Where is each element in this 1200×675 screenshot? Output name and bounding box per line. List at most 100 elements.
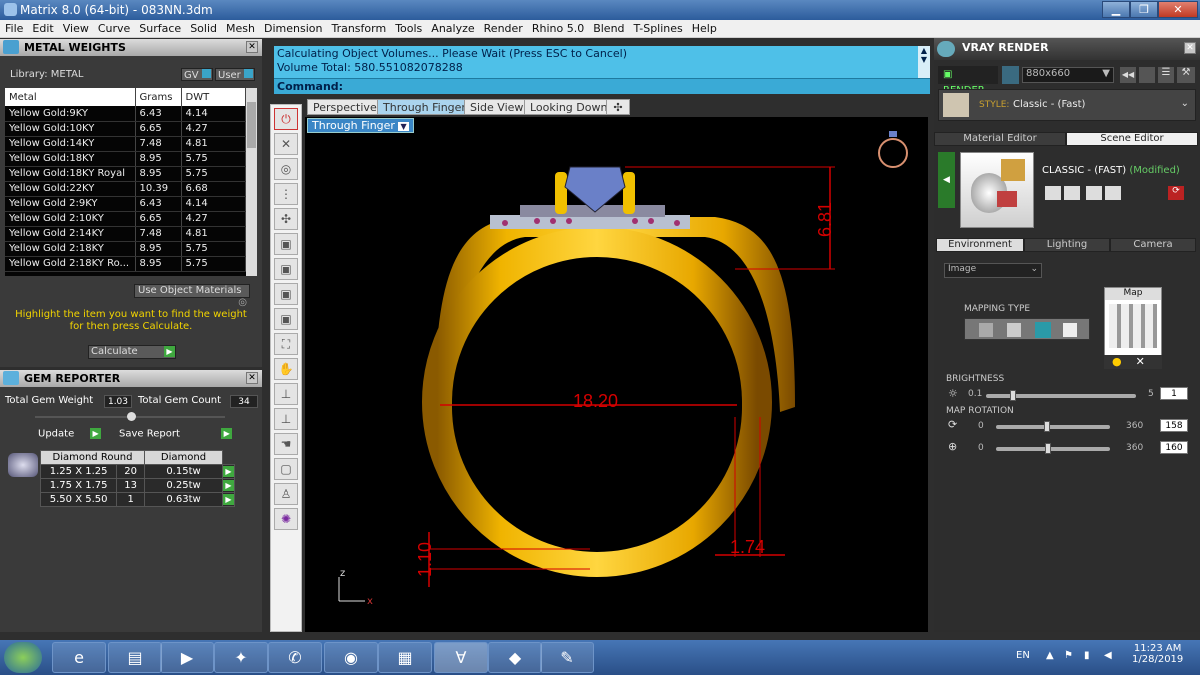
play-icon[interactable]: ▶ bbox=[223, 493, 234, 505]
cube-front-icon[interactable]: ▣ bbox=[274, 308, 298, 330]
tray-network-icon[interactable]: ▮ bbox=[1084, 650, 1090, 661]
snap-r-icon[interactable]: ⊥ bbox=[274, 408, 298, 430]
rotation2-value[interactable]: 160 bbox=[1160, 441, 1188, 454]
table-row[interactable]: Yellow Gold 2:9KY 6.43 4.14 bbox=[5, 196, 246, 212]
explorer-icon[interactable]: ▤ bbox=[108, 642, 162, 673]
command-scrollbar[interactable]: ▲ ▼ bbox=[918, 46, 930, 78]
menu-edit[interactable]: Edit bbox=[27, 20, 57, 35]
menu-tsplines[interactable]: T-Splines bbox=[629, 20, 687, 35]
rotation2-slider[interactable] bbox=[996, 443, 1110, 454]
menu-transform[interactable]: Transform bbox=[326, 20, 390, 35]
menu-help[interactable]: Help bbox=[687, 20, 721, 35]
close-icon[interactable]: ✕ bbox=[1184, 42, 1196, 54]
refresh-icon[interactable]: ⟳ bbox=[1168, 186, 1184, 200]
brightness-value[interactable]: 1 bbox=[1160, 387, 1188, 400]
duplicate-icon[interactable] bbox=[1105, 186, 1121, 200]
col-dwt[interactable]: DWT bbox=[181, 88, 246, 106]
table-row[interactable]: Yellow Gold:14KY 7.48 4.81 bbox=[5, 136, 246, 152]
gear-icon[interactable]: ✺ bbox=[274, 508, 298, 530]
cube-side-icon[interactable]: ▣ bbox=[274, 283, 298, 305]
settings-icon[interactable]: ⚒ bbox=[1177, 67, 1195, 83]
load-map-icon[interactable]: ● bbox=[1112, 355, 1122, 368]
tab-perspective[interactable]: Perspective bbox=[307, 99, 383, 115]
gem-row[interactable]: 1.75 X 1.75 13 0.25tw ▶ bbox=[39, 478, 235, 493]
gem-row-action[interactable]: ▶ bbox=[222, 464, 235, 479]
user-button[interactable]: User bbox=[215, 68, 255, 81]
save-report-button[interactable]: Save Report ▶ bbox=[119, 428, 233, 440]
table-row[interactable]: Yellow Gold 2:18KY 8.95 5.75 bbox=[5, 241, 246, 257]
menu-blend[interactable]: Blend bbox=[588, 20, 628, 35]
transform-icon[interactable]: ✣ bbox=[274, 208, 298, 230]
use-object-materials-button[interactable]: Use Object Materials ◎ bbox=[134, 284, 250, 308]
rewind-icon[interactable]: ◀◀ bbox=[1120, 67, 1136, 83]
tab-scene-editor[interactable]: Scene Editor bbox=[1066, 132, 1198, 146]
play-icon[interactable]: ▶ bbox=[223, 465, 234, 477]
col-grams[interactable]: Grams bbox=[135, 88, 182, 106]
menu-curve[interactable]: Curve bbox=[93, 20, 134, 35]
col-metal[interactable]: Metal bbox=[5, 88, 136, 106]
menu-render[interactable]: Render bbox=[479, 20, 527, 35]
menu-file[interactable]: File bbox=[0, 20, 27, 35]
brightness-slider[interactable] bbox=[986, 390, 1136, 401]
frame-icon[interactable]: ▢ bbox=[274, 458, 298, 480]
axis-icon[interactable]: ✕ bbox=[274, 133, 298, 155]
map-sphere-icon[interactable] bbox=[1035, 322, 1051, 338]
play-icon[interactable]: ▶ bbox=[223, 479, 234, 491]
map-dome-icon[interactable] bbox=[1063, 323, 1077, 337]
menu-surface[interactable]: Surface bbox=[134, 20, 185, 35]
expand-arrow[interactable]: ◀ bbox=[938, 152, 955, 208]
table-row[interactable]: Yellow Gold:10KY 6.65 4.27 bbox=[5, 121, 246, 137]
viber-icon[interactable]: ✆ bbox=[268, 642, 322, 673]
start-button[interactable] bbox=[4, 642, 42, 673]
restore-button[interactable]: ❐ bbox=[1130, 1, 1158, 18]
tab-through-finger[interactable]: Through Finger bbox=[377, 99, 472, 115]
cube-top-icon[interactable]: ▣ bbox=[274, 258, 298, 280]
command-input[interactable]: Command: bbox=[274, 78, 930, 94]
minimize-button[interactable]: ▁ bbox=[1102, 1, 1130, 18]
app-cube-icon[interactable]: ◆ bbox=[488, 642, 542, 673]
add-icon[interactable] bbox=[1086, 186, 1102, 200]
tab-side-view[interactable]: Side View bbox=[464, 99, 530, 115]
menu-tools[interactable]: Tools bbox=[390, 20, 426, 35]
globe-icon[interactable]: ◎ bbox=[274, 158, 298, 180]
table-row[interactable]: Yellow Gold 2:14KY 7.48 4.81 bbox=[5, 226, 246, 242]
save-as-icon[interactable] bbox=[1064, 186, 1080, 200]
table-row[interactable]: Yellow Gold:22KY 10.39 6.68 bbox=[5, 181, 246, 197]
add-tab-icon[interactable]: ✣ bbox=[606, 99, 630, 115]
person-icon[interactable]: ♙ bbox=[274, 483, 298, 505]
tab-looking-down[interactable]: Looking Down bbox=[524, 99, 614, 115]
tray-volume-icon[interactable]: ◀ bbox=[1104, 650, 1112, 661]
zoom-extents-icon[interactable]: ⛶ bbox=[274, 333, 298, 355]
calculate-button[interactable]: Calculate ▶ bbox=[88, 345, 176, 359]
tray-expand-icon[interactable]: ▲ bbox=[1046, 650, 1054, 661]
media-player-icon[interactable]: ▶ bbox=[160, 642, 214, 673]
menu-solid[interactable]: Solid bbox=[185, 20, 221, 35]
table-row[interactable]: Yellow Gold:18KY 8.95 5.75 bbox=[5, 151, 246, 167]
table-row[interactable]: Yellow Gold:9KY 6.43 4.14 bbox=[5, 106, 246, 122]
matrix-app-icon[interactable]: ∀ bbox=[434, 642, 488, 673]
gem-row[interactable]: 5.50 X 5.50 1 0.63tw ▶ bbox=[39, 492, 235, 507]
gem-row-action[interactable]: ▶ bbox=[222, 478, 235, 493]
table-row[interactable]: Yellow Gold:18KY Royal 8.95 5.75 bbox=[5, 166, 246, 182]
game-icon[interactable]: ✦ bbox=[214, 642, 268, 673]
save-icon[interactable] bbox=[1045, 186, 1061, 200]
ie-icon[interactable]: e bbox=[52, 642, 106, 673]
clock[interactable]: 11:23 AM 1/28/2019 bbox=[1132, 643, 1183, 665]
gem-row-action[interactable]: ▶ bbox=[222, 492, 235, 507]
environment-type-select[interactable]: Image ⌄ bbox=[944, 263, 1042, 278]
style-select[interactable]: STYLE: Classic - (Fast) ⌄ bbox=[938, 89, 1196, 121]
splitter-handle[interactable] bbox=[127, 412, 136, 421]
network-app-icon[interactable]: ▦ bbox=[378, 642, 432, 673]
close-icon[interactable]: ✕ bbox=[246, 41, 258, 53]
menu-analyze[interactable]: Analyze bbox=[426, 20, 478, 35]
power-icon[interactable]: ⏻ bbox=[274, 108, 298, 130]
snap-off-icon[interactable]: ⊥ bbox=[274, 383, 298, 405]
list-icon[interactable]: ☰ bbox=[1158, 67, 1174, 83]
close-button[interactable]: ✕ bbox=[1158, 1, 1198, 18]
rotation1-slider[interactable] bbox=[996, 421, 1110, 432]
menu-mesh[interactable]: Mesh bbox=[221, 20, 259, 35]
paint-icon[interactable]: ✎ bbox=[540, 642, 594, 673]
render-region-icon[interactable] bbox=[1002, 66, 1019, 84]
tray-action-icon[interactable]: ⚑ bbox=[1064, 650, 1073, 661]
map-flat-icon[interactable] bbox=[979, 323, 993, 337]
